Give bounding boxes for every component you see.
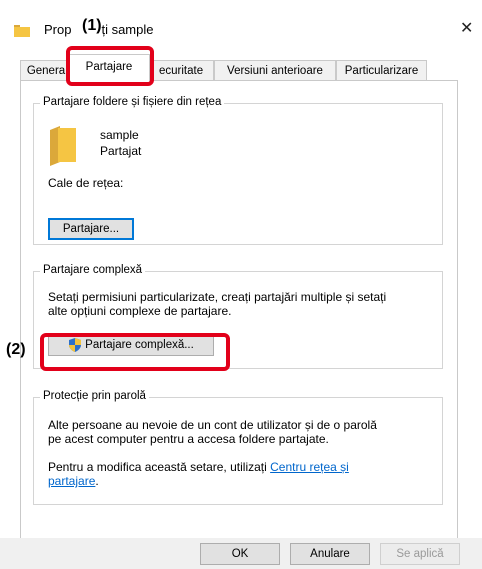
tab-panel: Partajare foldere și fișiere din rețea s… — [20, 80, 458, 545]
tab-customize[interactable]: Particularizare — [336, 60, 427, 81]
callout-2: (2) — [6, 341, 26, 358]
tab-general[interactable]: Genera — [20, 60, 72, 81]
cancel-button[interactable]: Anulare — [290, 543, 370, 565]
apply-button[interactable]: Se aplică — [380, 543, 460, 565]
tab-security[interactable]: ecuritate — [150, 60, 214, 81]
password-description: Alte persoane au nevoie de un cont de ut… — [48, 418, 377, 446]
network-center-link[interactable]: Centru rețea și — [270, 460, 349, 474]
advanced-sharing-button-label: Partajare complexă... — [85, 339, 194, 351]
tab-previous-versions[interactable]: Versiuni anterioare — [214, 60, 336, 81]
network-sharing-title: Partajare foldere și fișiere din rețea — [40, 96, 225, 108]
advanced-sharing-title: Partajare complexă — [40, 264, 146, 276]
network-path-label: Cale de rețea: — [48, 176, 124, 190]
share-button[interactable]: Partajare... — [48, 218, 134, 240]
tab-sharing[interactable]: Partajare — [68, 54, 150, 82]
password-protection-group: Protecție prin parolă Alte persoane au n… — [33, 390, 443, 505]
advanced-sharing-description: Setați permisiuni particularizate, creaț… — [48, 290, 387, 318]
network-center-link-cont[interactable]: partajare — [48, 474, 95, 488]
folder-name: sample — [100, 128, 139, 142]
network-sharing-group: Partajare foldere și fișiere din rețea s… — [33, 96, 443, 245]
shield-icon — [69, 338, 82, 352]
password-settings-text: Pentru a modifica această setare, utiliz… — [48, 460, 349, 488]
shared-folder-icon — [50, 126, 76, 166]
ok-button[interactable]: OK — [200, 543, 280, 565]
password-protection-title: Protecție prin parolă — [40, 390, 149, 402]
close-icon[interactable]: ✕ — [460, 18, 473, 38]
advanced-sharing-group: Partajare complexă Setați permisiuni par… — [33, 264, 443, 369]
callout-1: (1) — [82, 17, 102, 34]
folder-status: Partajat — [100, 144, 142, 158]
folder-icon — [14, 25, 30, 37]
advanced-sharing-button[interactable]: Partajare complexă... — [48, 334, 214, 356]
